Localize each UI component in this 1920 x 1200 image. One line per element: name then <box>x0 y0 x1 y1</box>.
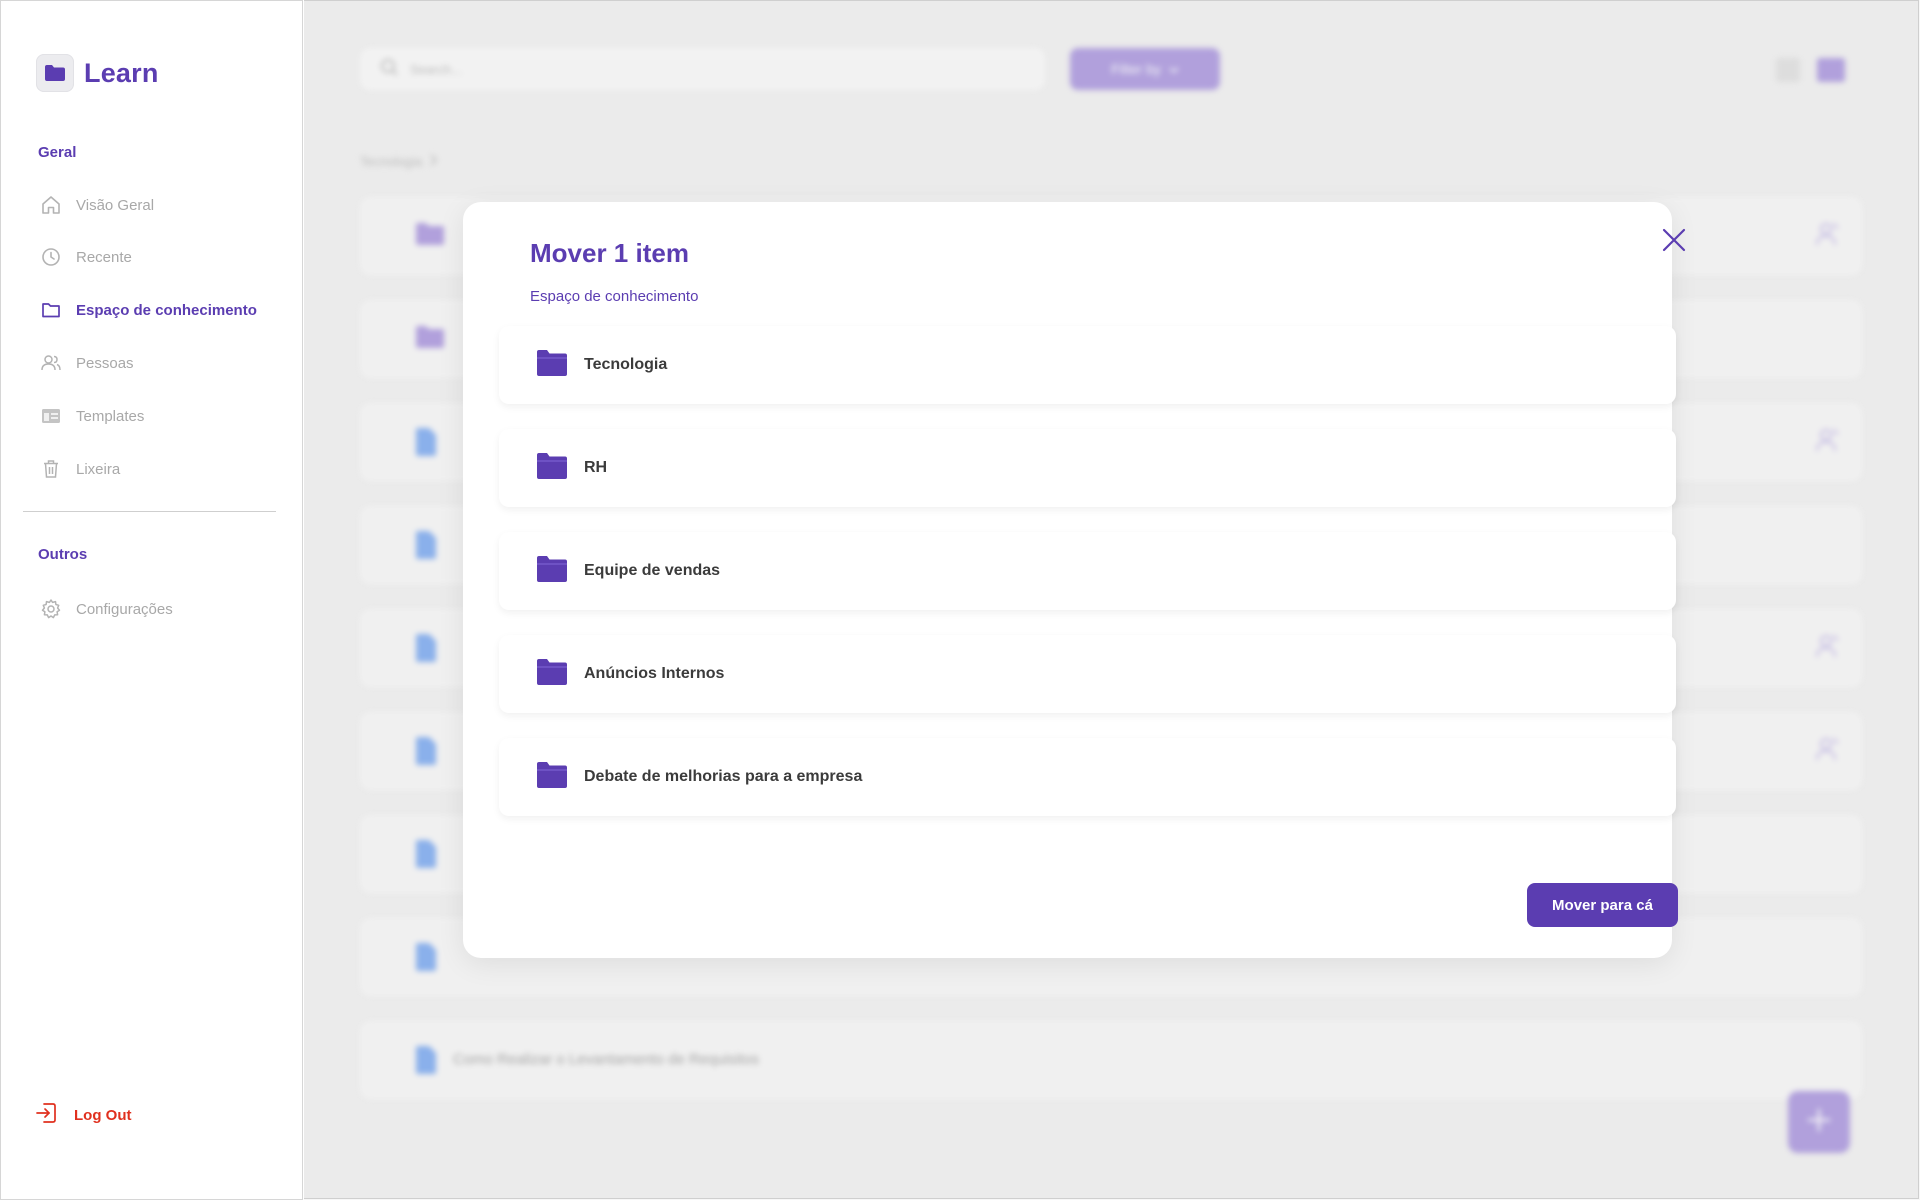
folder-name: RH <box>584 459 608 476</box>
folder-name: Debate de melhorias para a empresa <box>584 768 863 785</box>
sidebar-item-label: Templates <box>76 407 145 425</box>
folder-icon <box>536 658 568 691</box>
close-button[interactable] <box>1659 225 1689 255</box>
folder-option-tecnologia[interactable]: Tecnologia <box>499 326 1676 404</box>
folder-icon <box>39 298 63 322</box>
folder-name: Equipe de vendas <box>584 562 721 579</box>
section-title-geral: Geral <box>38 144 77 161</box>
sidebar-item-label: Lixeira <box>76 460 121 478</box>
modal-title: Mover 1 item <box>530 238 689 268</box>
sidebar-item-espaco-de-conhecimento[interactable]: Espaço de conhecimento <box>39 296 257 324</box>
folder-option-equipe-de-vendas[interactable]: Equipe de vendas <box>499 532 1676 610</box>
sidebar-item-label: Pessoas <box>76 354 134 372</box>
logout-button[interactable]: Log Out <box>34 1101 131 1130</box>
sidebar-item-label: Espaço de conhecimento <box>76 301 257 319</box>
template-icon <box>39 404 63 428</box>
move-here-button[interactable]: Mover para cá <box>1527 883 1678 927</box>
modal-breadcrumb[interactable]: Espaço de conhecimento <box>530 288 698 305</box>
folder-option-rh[interactable]: RH <box>499 429 1676 507</box>
sidebar-item-configuracoes[interactable]: Configurações <box>39 595 173 623</box>
folder-option-debate-de-melhorias[interactable]: Debate de melhorias para a empresa <box>499 738 1676 816</box>
sidebar-item-recente[interactable]: Recente <box>39 243 132 271</box>
home-icon <box>39 193 63 217</box>
logout-label: Log Out <box>74 1107 132 1124</box>
close-icon <box>1659 228 1689 259</box>
folder-name: Anúncios Internos <box>584 665 725 682</box>
app-name: Learn <box>84 57 159 88</box>
section-title-outros: Outros <box>38 546 88 563</box>
sidebar-item-lixeira[interactable]: Lixeira <box>39 455 120 483</box>
app-logo[interactable]: Learn <box>36 54 159 92</box>
sidebar-divider <box>23 511 276 512</box>
sidebar-item-templates[interactable]: Templates <box>39 402 144 430</box>
sidebar: Learn Geral Visão Geral Recente Espaço d… <box>0 0 303 1200</box>
sidebar-item-pessoas[interactable]: Pessoas <box>39 349 134 377</box>
clock-icon <box>39 245 63 269</box>
folder-icon <box>536 761 568 794</box>
folder-name: Tecnologia <box>584 356 668 373</box>
sidebar-item-visao-geral[interactable]: Visão Geral <box>39 191 154 219</box>
logout-icon <box>34 1101 58 1130</box>
folder-icon <box>536 555 568 588</box>
sidebar-item-label: Visão Geral <box>76 196 155 214</box>
move-item-modal: Mover 1 item Espaço de conhecimento Tecn… <box>463 202 1686 958</box>
people-icon <box>39 351 63 375</box>
sidebar-item-label: Configurações <box>76 600 173 618</box>
sidebar-item-label: Recente <box>76 248 132 266</box>
folder-icon <box>536 349 568 382</box>
gear-icon <box>39 597 63 621</box>
folder-logo-icon <box>36 54 74 92</box>
trash-icon <box>39 457 63 481</box>
folder-option-anuncios-internos[interactable]: Anúncios Internos <box>499 635 1676 713</box>
folder-icon <box>536 452 568 485</box>
